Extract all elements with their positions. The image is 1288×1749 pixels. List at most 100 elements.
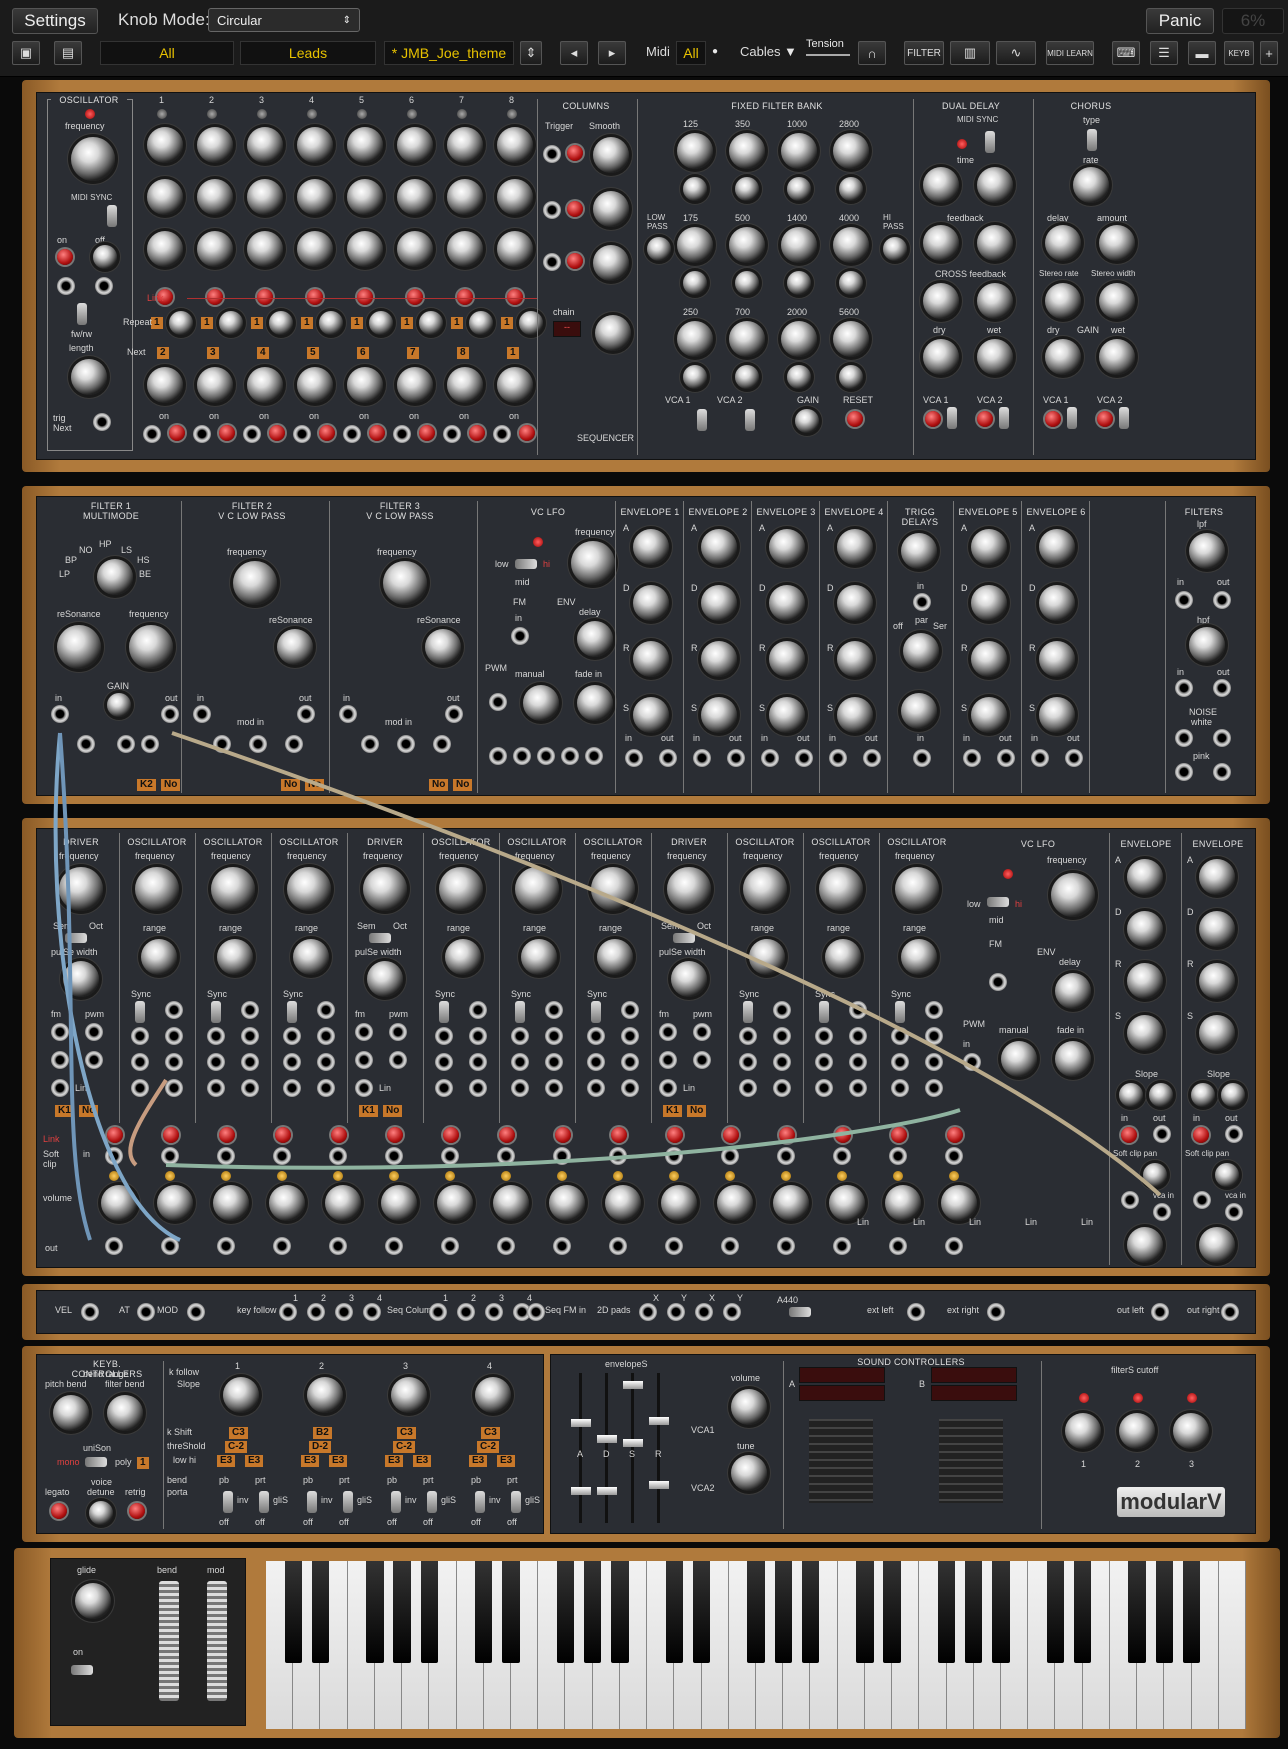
black-key[interactable] xyxy=(1182,1561,1201,1663)
envelope-vca-knob[interactable] xyxy=(1199,1227,1235,1263)
mixer-link-button[interactable] xyxy=(331,1127,347,1143)
io-strip-jack[interactable] xyxy=(307,1303,325,1321)
seq-step-knob[interactable] xyxy=(397,127,433,163)
seq-bottom-knob[interactable] xyxy=(297,367,333,403)
keyfollow-slope-knob[interactable] xyxy=(475,1377,511,1413)
pulse-width-knob[interactable] xyxy=(63,961,99,997)
hi-value[interactable]: E3 xyxy=(497,1455,516,1467)
poly-count[interactable]: 1 xyxy=(137,1457,149,1469)
oscillator-jack[interactable] xyxy=(207,1027,225,1045)
driver-tag-no[interactable]: No xyxy=(383,1105,403,1117)
filter3-in-jack[interactable] xyxy=(339,705,357,723)
mixer-volume-knob[interactable] xyxy=(493,1185,529,1221)
io-strip-jack[interactable] xyxy=(429,1303,447,1321)
oscillator-jack[interactable] xyxy=(241,1053,259,1071)
vclfo-out-jack-3[interactable] xyxy=(537,747,555,765)
lpf-in-jack[interactable] xyxy=(1175,591,1193,609)
oscillator-jack[interactable] xyxy=(773,1079,791,1097)
mixer-in-jack[interactable] xyxy=(609,1147,627,1165)
oscillator-jack[interactable] xyxy=(283,1079,301,1097)
envelope-slider-handle-top[interactable] xyxy=(649,1417,669,1425)
seq-step-jack[interactable] xyxy=(143,425,161,443)
envelope-in-jack[interactable] xyxy=(1031,749,1049,767)
driver-jack[interactable] xyxy=(51,1023,69,1041)
envelope-in-jack[interactable] xyxy=(761,749,779,767)
low-pass-knob[interactable] xyxy=(647,237,671,261)
seq-repeat-value[interactable]: 1 xyxy=(401,317,413,329)
seq-step-knob[interactable] xyxy=(247,127,283,163)
oscillator-jack[interactable] xyxy=(469,1001,487,1019)
sync-toggle[interactable] xyxy=(819,1001,829,1023)
delay-feedback-left-knob[interactable] xyxy=(923,225,959,261)
envelope-out-jack[interactable] xyxy=(1225,1125,1243,1143)
mixer-in-jack[interactable] xyxy=(777,1147,795,1165)
prt-toggle[interactable] xyxy=(259,1491,269,1513)
column-1-trigger-jack[interactable] xyxy=(543,145,561,163)
seq-step-on-button[interactable] xyxy=(269,425,285,441)
envelope-stage-knob[interactable] xyxy=(971,697,1007,733)
oscillator-jack[interactable] xyxy=(511,1079,529,1097)
oscillator-frequency-knob[interactable] xyxy=(819,867,863,911)
mixer-out-jack[interactable] xyxy=(217,1237,235,1255)
mixer-volume-knob[interactable] xyxy=(885,1185,921,1221)
filterbank-band-knob[interactable] xyxy=(781,133,817,169)
legato-button[interactable] xyxy=(51,1503,67,1519)
delay-time-right-knob[interactable] xyxy=(977,167,1013,203)
envelope-pan-knob[interactable] xyxy=(1215,1163,1239,1187)
black-key[interactable] xyxy=(856,1561,874,1663)
waveform-icon[interactable]: ∿ xyxy=(996,41,1036,65)
keyb-button[interactable]: KEYB xyxy=(1224,41,1254,65)
seq-step-knob[interactable] xyxy=(197,127,233,163)
save-as-icon[interactable]: ▤ xyxy=(54,41,82,65)
oscillator-frequency-knob[interactable] xyxy=(59,867,103,911)
envelope-right-knob[interactable] xyxy=(1199,963,1235,999)
filter3-mod-jack-3[interactable] xyxy=(433,735,451,753)
threshold-value[interactable]: C-2 xyxy=(477,1441,500,1453)
hi-value[interactable]: E3 xyxy=(329,1455,348,1467)
mixer-link-button[interactable] xyxy=(555,1127,571,1143)
sync-toggle[interactable] xyxy=(895,1001,905,1023)
k-shift-value[interactable]: B2 xyxy=(313,1427,332,1439)
oscillator-jack[interactable] xyxy=(587,1053,605,1071)
delay-wet-knob[interactable] xyxy=(977,339,1013,375)
chorus-stereo-width-knob[interactable] xyxy=(1099,283,1135,319)
chorus-vca1-button[interactable] xyxy=(1045,411,1061,427)
seq-step-on-button[interactable] xyxy=(169,425,185,441)
oscillator-frequency-knob[interactable] xyxy=(287,867,331,911)
vclfo2-fadein-knob[interactable] xyxy=(1055,1041,1091,1077)
delay-vca1-toggle[interactable] xyxy=(947,407,957,429)
seq-repeat-value[interactable]: 1 xyxy=(251,317,263,329)
cutoff-knob-2[interactable] xyxy=(1119,1413,1155,1449)
seq-step-jack[interactable] xyxy=(493,425,511,443)
seq-repeat-knob[interactable] xyxy=(269,311,293,335)
seq-step-knob[interactable] xyxy=(197,179,233,215)
black-key[interactable] xyxy=(692,1561,711,1663)
panic-button[interactable]: Panic xyxy=(1146,8,1214,34)
fb-vca2-toggle[interactable] xyxy=(745,409,755,431)
filterbank-band-knob[interactable] xyxy=(833,321,869,357)
black-key[interactable] xyxy=(937,1561,956,1663)
driver-jack[interactable] xyxy=(693,1023,711,1041)
pb-toggle[interactable] xyxy=(223,1491,233,1513)
black-key[interactable] xyxy=(1128,1561,1146,1663)
chorus-wet-knob[interactable] xyxy=(1099,339,1135,375)
seq-step-knob[interactable] xyxy=(147,179,183,215)
sync-toggle[interactable] xyxy=(515,1001,525,1023)
envelope-in-jack[interactable] xyxy=(829,749,847,767)
envelope-pan-knob[interactable] xyxy=(1143,1163,1167,1187)
mixer-volume-knob[interactable] xyxy=(381,1185,417,1221)
mixer-out-jack[interactable] xyxy=(553,1237,571,1255)
envelope-stage-knob[interactable] xyxy=(633,641,669,677)
oscillator-jack[interactable] xyxy=(925,1053,943,1071)
envelope-stage-knob[interactable] xyxy=(837,585,873,621)
vclfo2-pwm-jack[interactable] xyxy=(963,1053,981,1071)
seq-step-jack[interactable] xyxy=(393,425,411,443)
driver-jack[interactable] xyxy=(51,1051,69,1069)
filterbank-mini-knob[interactable] xyxy=(787,365,811,389)
filterbank-mini-knob[interactable] xyxy=(683,271,707,295)
mixer-link-button[interactable] xyxy=(891,1127,907,1143)
envelope-slope-knob[interactable] xyxy=(1119,1083,1143,1107)
oscillator-jack[interactable] xyxy=(511,1027,529,1045)
filterbank-band-knob[interactable] xyxy=(677,321,713,357)
black-key[interactable] xyxy=(1155,1561,1174,1663)
